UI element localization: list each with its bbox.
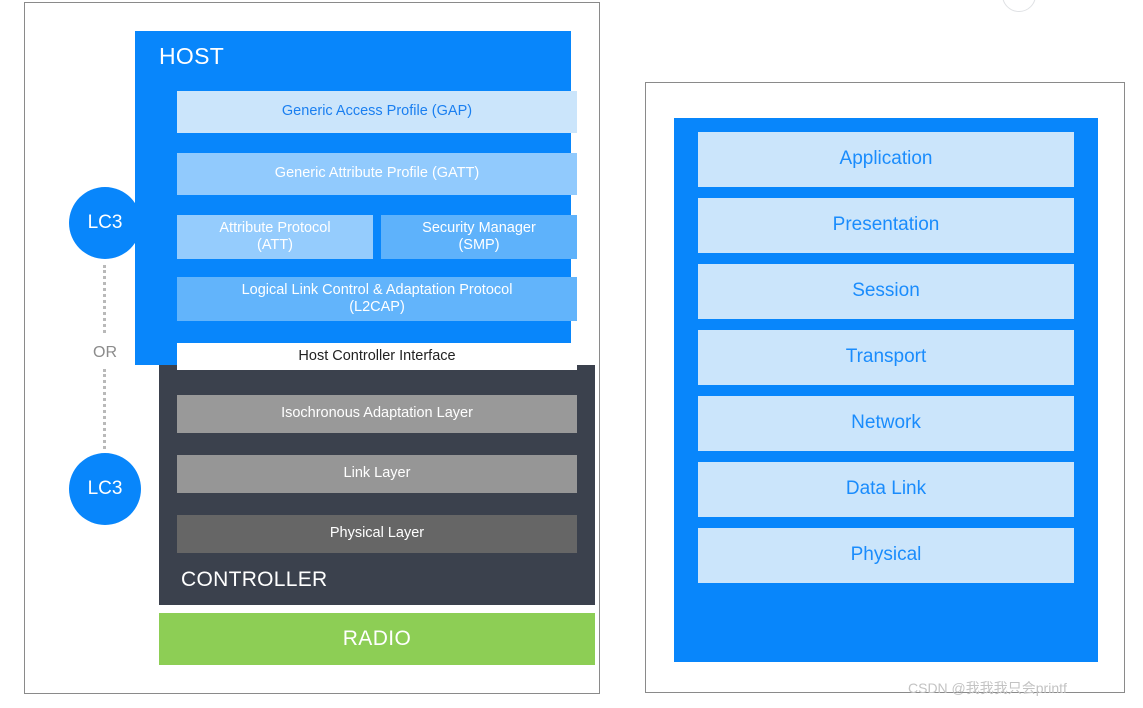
layer-l2cap: Logical Link Control & Adaptation Protoc… bbox=[177, 277, 577, 321]
osi-layer-data-link: Data Link bbox=[698, 462, 1074, 517]
layer-link-label: Link Layer bbox=[343, 465, 411, 482]
osi-layer-application: Application bbox=[698, 132, 1074, 187]
layer-physical-label: Physical Layer bbox=[329, 525, 425, 542]
lc3-codec-badge-top-label: LC3 bbox=[87, 211, 123, 233]
layer-l2cap-label-line1: Logical Link Control & Adaptation Protoc… bbox=[241, 281, 513, 298]
lc3-connector-lower bbox=[103, 369, 106, 449]
layer-att-label-line2: (ATT) bbox=[257, 237, 293, 253]
layer-gap: Generic Access Profile (GAP) bbox=[177, 91, 577, 133]
osi-layer-session-label: Session bbox=[852, 280, 920, 302]
layer-gap-label: Generic Access Profile (GAP) bbox=[281, 103, 473, 120]
osi-layer-transport-label: Transport bbox=[845, 346, 927, 368]
radio-label: RADIO bbox=[342, 626, 412, 650]
layer-isochronous-adaptation: Isochronous Adaptation Layer bbox=[177, 395, 577, 433]
layer-smp: Security Manager (SMP) bbox=[381, 215, 577, 259]
host-title: HOST bbox=[159, 43, 225, 69]
osi-layer-network: Network bbox=[698, 396, 1074, 451]
osi-layer-data-link-label: Data Link bbox=[845, 478, 927, 500]
osi-layer-presentation-label: Presentation bbox=[832, 214, 940, 236]
csdn-watermark: CSDN @我我我只会printf bbox=[908, 680, 1067, 696]
partial-circle-icon bbox=[1002, 0, 1036, 12]
osi-model-panel: Application Presentation Session Transpo… bbox=[645, 82, 1125, 693]
layer-att: Attribute Protocol (ATT) bbox=[177, 215, 373, 259]
osi-layer-session: Session bbox=[698, 264, 1074, 319]
osi-layer-physical-label: Physical bbox=[850, 544, 922, 566]
bluetooth-stack-panel: HOST Generic Access Profile (GAP) Generi… bbox=[24, 2, 600, 694]
radio-block: RADIO bbox=[159, 613, 595, 665]
lc3-connector-upper bbox=[103, 265, 106, 333]
controller-title: CONTROLLER bbox=[181, 568, 328, 591]
layer-smp-label-line2: (SMP) bbox=[458, 237, 500, 253]
osi-layer-transport: Transport bbox=[698, 330, 1074, 385]
lc3-codec-badge-bottom: LC3 bbox=[69, 453, 141, 525]
layer-isoal-label: Isochronous Adaptation Layer bbox=[281, 405, 473, 422]
osi-layer-application-label: Application bbox=[839, 148, 933, 170]
layer-gatt: Generic Attribute Profile (GATT) bbox=[177, 153, 577, 195]
osi-layer-presentation: Presentation bbox=[698, 198, 1074, 253]
layer-l2cap-label-line2: (L2CAP) bbox=[349, 299, 405, 315]
osi-layer-stack: Application Presentation Session Transpo… bbox=[674, 118, 1098, 662]
osi-layer-network-label: Network bbox=[851, 412, 921, 434]
layer-physical: Physical Layer bbox=[177, 515, 577, 553]
host-controller-interface-bar: Host Controller Interface bbox=[177, 343, 577, 370]
layer-smp-label-line1: Security Manager bbox=[422, 219, 536, 236]
osi-layer-physical: Physical bbox=[698, 528, 1074, 583]
lc3-codec-badge-bottom-label: LC3 bbox=[87, 477, 123, 499]
layer-link: Link Layer bbox=[177, 455, 577, 493]
layer-att-label-line1: Attribute Protocol bbox=[219, 219, 331, 236]
hci-label: Host Controller Interface bbox=[298, 347, 456, 364]
lc3-codec-badge-top: LC3 bbox=[69, 187, 141, 259]
layer-gatt-label: Generic Attribute Profile (GATT) bbox=[274, 165, 480, 182]
lc3-or-label: OR bbox=[93, 344, 117, 361]
